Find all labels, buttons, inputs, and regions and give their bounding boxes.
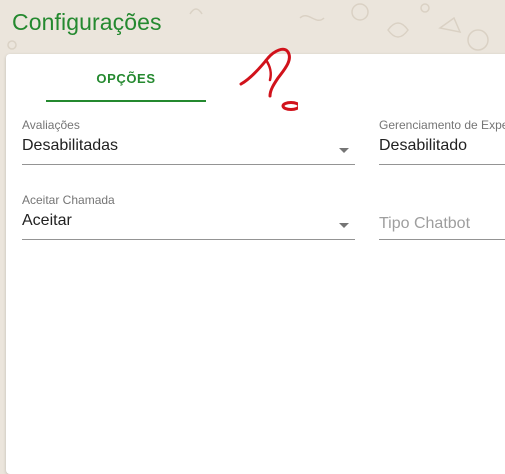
tipo-chatbot-placeholder: Tipo Chatbot [379,215,471,232]
tipo-chatbot-select[interactable]: Tipo Chatbot [379,193,505,241]
aceitar-chamada-underline [22,239,355,240]
caret-down-icon [339,148,349,153]
aceitar-chamada-label: Aceitar Chamada [22,193,115,207]
gerenciamento-underline [379,164,505,165]
gerenciamento-value: Desabilitado [379,137,468,154]
tab-active-indicator [46,100,206,102]
avaliacoes-label: Avaliações [22,118,80,132]
avaliacoes-underline [22,164,355,165]
aceitar-chamada-select[interactable]: Aceitar Chamada Aceitar [22,193,355,241]
gerenciamento-select[interactable]: Gerenciamento de Expe Desabilitado [379,118,505,166]
gerenciamento-label: Gerenciamento de Expe [379,118,505,132]
tab-opcoes[interactable]: OPÇÕES [46,54,206,102]
avaliacoes-select[interactable]: Avaliações Desabilitadas [22,118,355,166]
question-mark-annotation-icon [239,47,298,111]
settings-card: OPÇÕES Avaliações Desabilitadas Gerencia… [6,47,505,474]
page-title: Configurações [12,9,162,35]
tipo-chatbot-underline [379,239,505,240]
aceitar-chamada-value: Aceitar [22,212,72,229]
caret-down-icon [339,223,349,228]
avaliacoes-value: Desabilitadas [22,137,119,154]
